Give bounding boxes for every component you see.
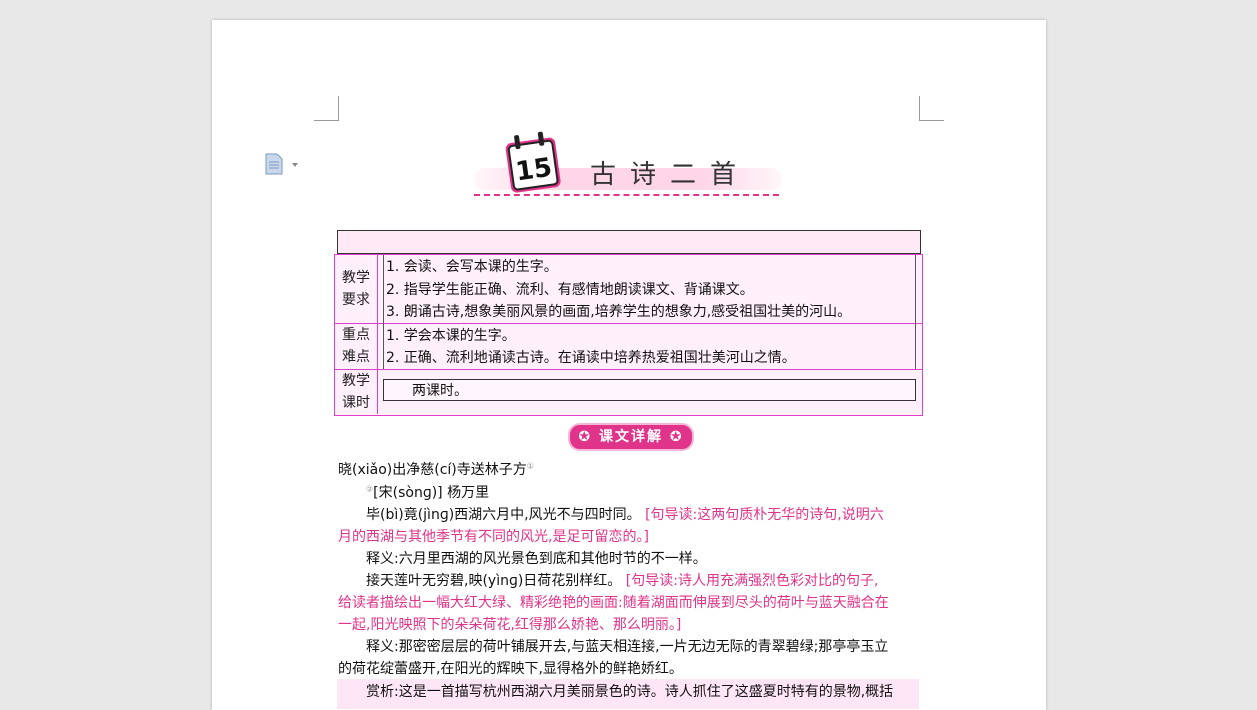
row-content: 1. 学会本课的生字。 2. 正确、流利地诵读古诗。在诵读中培养热爱祖国壮美河山… (383, 323, 916, 369)
translation-2-cont: 的荷花绽蕾盛开,在阳光的辉映下,显得格外的鲜艳娇红。 (338, 661, 683, 677)
poem-line-2: 接天莲叶无穷碧,映(yìnɡ)日荷花别样红。 [句导读:诗人用充满强烈色彩对比的… (366, 573, 879, 589)
margin-corner-top-left (314, 96, 339, 121)
row-content: 两课时。 (383, 379, 916, 401)
poem-line-1: 毕(bì)竟(jìnɡ)西湖六月中,风光不与四时同。 [句导读:这两句质朴无华的… (366, 507, 884, 523)
row-content: 1. 会读、会写本课的生字。 2. 指导学生能正确、流利、有感情地朗读课文、背诵… (383, 255, 916, 323)
guide-text: 给读者描绘出一幅大红大绿、精彩绝艳的画面:随着湖面而伸展到尽头的荷叶与蓝天融合在 (338, 595, 889, 611)
translation-2: 释义:那密密层层的荷叶铺展开去,与蓝天相连接,一片无边无际的青翠碧绿;那亭亭玉立 (366, 639, 889, 655)
table-row-requirements: 教学 要求 1. 会读、会写本课的生字。 2. 指导学生能正确、流利、有感情地朗… (335, 255, 922, 324)
row-label: 重点 难点 (335, 323, 378, 369)
table-row-key-points: 重点 难点 1. 学会本课的生字。 2. 正确、流利地诵读古诗。在诵读中培养热爱… (335, 323, 922, 370)
list-item: 1. 学会本课的生字。 (386, 328, 516, 344)
calendar-icon: 15 (500, 128, 568, 198)
lesson-title: 古诗二首 (590, 160, 751, 190)
list-item: 1. 会读、会写本课的生字。 (386, 259, 558, 275)
analysis-text: 赏析:这是一首描写杭州西湖六月美丽景色的诗。诗人抓住了这盛夏时特有的景物,概括 (366, 684, 894, 700)
table-header-box (337, 230, 921, 254)
document-icon[interactable] (264, 153, 304, 175)
lesson-number: 15 (514, 153, 554, 188)
poem-title: 晓(xiǎo)出净慈(cí)寺送林子方① (338, 461, 534, 478)
guide-text: 一起,阳光映照下的朵朵荷花,红得那么娇艳、那么明丽。] (338, 617, 682, 633)
section-heading: ✪ 课文详解 ✪ (568, 423, 694, 451)
document-page: 15 古诗二首 教学 要求 1. 会读、会写本课的生字。 2. 指导学生能正确、… (212, 20, 1046, 710)
list-item: 3. 朗诵古诗,想象美丽风景的画面,培养学生的想象力,感受祖国壮美的河山。 (386, 304, 852, 320)
row-label: 教学 要求 (335, 255, 378, 323)
translation-1: 释义:六月里西湖的风光景色到底和其他时节的不一样。 (366, 551, 707, 567)
margin-corner-top-right (919, 96, 944, 121)
table-row-class-hours: 教学 课时 两课时。 (335, 369, 922, 414)
list-item: 2. 指导学生能正确、流利、有感情地朗读课文、背诵课文。 (386, 282, 754, 298)
list-item: 2. 正确、流利地诵读古诗。在诵读中培养热爱祖国壮美河山之情。 (386, 350, 796, 366)
guide-text: 月的西湖与其他季节有不同的风光,是足可留恋的。] (338, 529, 649, 545)
poem-author: ②[宋(sònɡ)] 杨万里 (366, 484, 490, 501)
row-label: 教学 课时 (335, 369, 378, 414)
lesson-title-banner: 15 古诗二首 (474, 128, 784, 200)
lesson-info-table: 教学 要求 1. 会读、会写本课的生字。 2. 指导学生能正确、流利、有感情地朗… (334, 254, 923, 416)
